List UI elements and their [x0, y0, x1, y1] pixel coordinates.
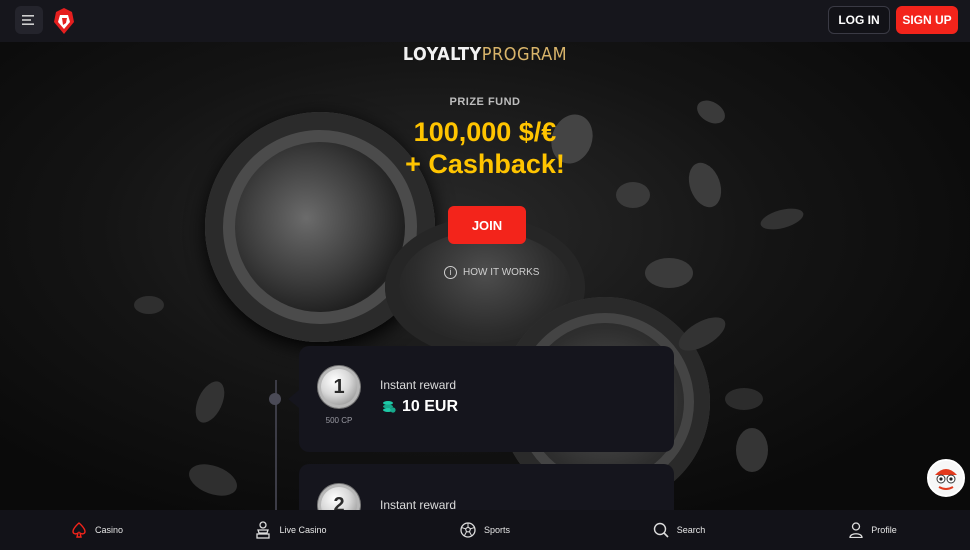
prize-amount: 100,000 $/€ — [413, 117, 557, 147]
how-it-works-link[interactable]: i HOW IT WORKS — [444, 264, 539, 280]
hamburger-icon — [22, 15, 34, 25]
nav-label: Casino — [94, 525, 123, 535]
nav-item-search[interactable]: Search — [582, 510, 776, 550]
poker-chip-image — [645, 258, 693, 288]
reward-value: 10 EUR — [382, 398, 458, 416]
nav-label: Sports — [483, 525, 510, 535]
poker-chip-image — [189, 376, 231, 428]
info-icon: i — [444, 265, 457, 279]
poker-chip-image — [616, 182, 650, 208]
poker-chip-image — [725, 388, 763, 410]
signup-button[interactable]: SIGN UP — [896, 6, 958, 34]
silver-medal-icon: 1 — [318, 366, 360, 408]
bottom-navigation: Casino Live Casino Sports Search Profile — [0, 510, 970, 550]
search-icon — [653, 522, 669, 538]
mascot-avatar-icon — [929, 461, 963, 495]
reward-card: 1 500 CP Instant reward 10 EUR — [299, 346, 674, 452]
spade-icon — [72, 522, 86, 538]
login-button[interactable]: LOG IN — [828, 6, 890, 34]
title-word-loyalty: LOYALTY — [402, 44, 482, 65]
loyalty-program-title: LOYALTYPROGRAM — [0, 44, 970, 65]
points-requirement: 500 CP — [325, 416, 353, 425]
how-it-works-label: HOW IT WORKS — [463, 266, 540, 278]
nav-item-casino[interactable]: Casino — [0, 510, 194, 550]
poker-chip-image — [736, 428, 768, 472]
level-number: 1 — [333, 375, 345, 398]
poker-chip-image — [134, 296, 164, 314]
poker-chip-image — [184, 458, 242, 502]
timeline-dot — [269, 393, 281, 405]
prize-cashback: + Cashback! — [405, 149, 565, 179]
poker-chip-image — [758, 204, 806, 234]
nav-label: Live Casino — [279, 525, 327, 535]
reward-label: Instant reward — [380, 378, 457, 392]
brand-logo[interactable] — [50, 6, 78, 36]
user-icon — [849, 522, 863, 538]
top-header: LOG IN SIGN UP — [0, 0, 970, 42]
menu-button[interactable] — [15, 6, 43, 34]
prize-fund-label: PRIZE FUND — [449, 96, 521, 108]
support-chat-button[interactable] — [927, 459, 965, 497]
soccer-ball-icon — [460, 522, 476, 538]
reward-amount: 10 EUR — [402, 398, 459, 415]
nav-label: Profile — [871, 525, 897, 535]
nav-item-live-casino[interactable]: Live Casino — [194, 510, 388, 550]
title-word-program: PROGRAM — [481, 44, 568, 65]
join-button[interactable]: JOIN — [448, 206, 526, 244]
nav-item-profile[interactable]: Profile — [776, 510, 970, 550]
coins-icon — [383, 401, 396, 413]
nav-label: Search — [676, 525, 706, 535]
dealer-icon — [256, 521, 271, 539]
nav-item-sports[interactable]: Sports — [388, 510, 582, 550]
timeline-pointer — [288, 390, 299, 408]
